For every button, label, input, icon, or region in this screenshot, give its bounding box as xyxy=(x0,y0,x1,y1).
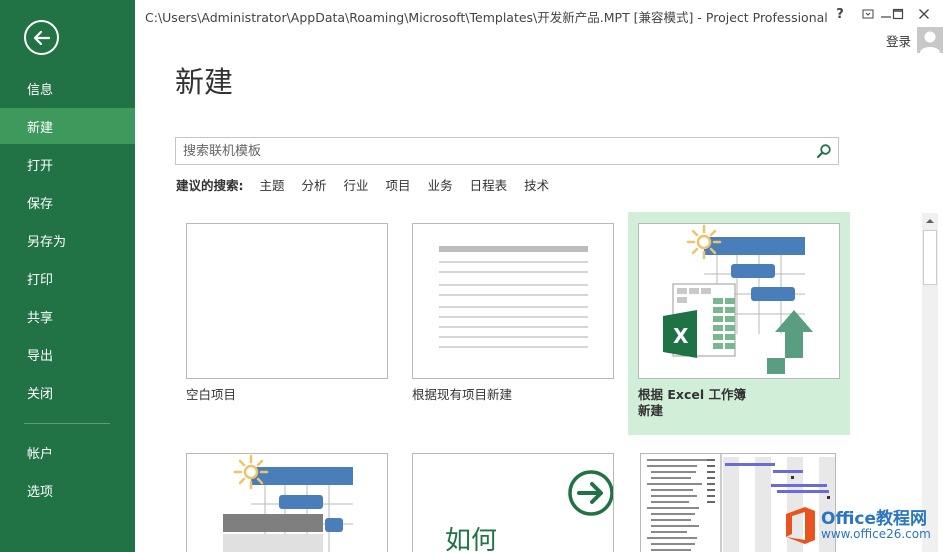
app-window: 信息 新建 打开 保存 另存为 打印 共享 导出 关闭 帐户 选项 C:\Use… xyxy=(0,0,943,552)
nav-info[interactable]: 信息 xyxy=(0,70,135,106)
nav-share[interactable]: 共享 xyxy=(0,298,135,334)
template-thumb-text: 如何 xyxy=(445,526,498,552)
scroll-up-icon xyxy=(926,219,934,223)
template-from-existing[interactable]: 根据现有项目新建 xyxy=(412,223,614,413)
template-thumbnail: X xyxy=(638,223,840,379)
user-icon xyxy=(920,31,940,53)
nav-divider xyxy=(24,423,110,424)
suggested-searches: 建议的搜索: 主题 分析 行业 项目 业务 日程表 技术 xyxy=(176,175,566,194)
scroll-thumb[interactable] xyxy=(923,230,937,285)
template-label: 根据 Excel 工作簿 新建 xyxy=(638,387,746,419)
search-button[interactable] xyxy=(810,138,838,164)
maximize-icon xyxy=(892,8,904,20)
nav-new[interactable]: 新建 xyxy=(0,108,135,144)
suggested-searches-label: 建议的搜索: xyxy=(176,178,244,193)
close-window-button[interactable] xyxy=(913,4,935,24)
suggestion-link[interactable]: 主题 xyxy=(260,175,285,194)
maximize-button[interactable] xyxy=(887,4,909,24)
avatar[interactable] xyxy=(917,27,943,53)
search-icon xyxy=(816,144,831,159)
template-blank-project[interactable]: 空白项目 xyxy=(186,223,388,413)
template-thumbnail xyxy=(412,223,614,379)
nav-save-as[interactable]: 另存为 xyxy=(0,222,135,258)
sign-in-link[interactable]: 登录 xyxy=(886,31,911,50)
svg-text:X: X xyxy=(673,324,689,348)
office-logo-icon xyxy=(786,507,815,544)
ribbon-display-icon xyxy=(862,9,874,19)
excel-import-illustration-icon: X xyxy=(663,224,813,374)
nav-account[interactable]: 帐户 xyxy=(0,434,135,470)
template-getting-started[interactable]: 如何 xyxy=(412,453,614,552)
nav-print[interactable]: 打印 xyxy=(0,260,135,296)
suggestion-link[interactable]: 日程表 xyxy=(470,175,508,194)
page-title: 新建 xyxy=(175,65,234,99)
suggestion-link[interactable]: 行业 xyxy=(344,175,369,194)
search-box xyxy=(175,137,839,165)
template-sharepoint[interactable] xyxy=(186,453,388,552)
backstage-sidebar: 信息 新建 打开 保存 另存为 打印 共享 导出 关闭 帐户 选项 xyxy=(0,0,135,552)
window-title: C:\Users\Administrator\AppData\Roaming\M… xyxy=(145,10,828,25)
template-label: 空白项目 xyxy=(186,387,237,402)
nav-close[interactable]: 关闭 xyxy=(0,374,135,410)
template-thumbnail: 如何 xyxy=(412,453,614,552)
nav-export[interactable]: 导出 xyxy=(0,336,135,372)
suggestion-link[interactable]: 项目 xyxy=(386,175,411,194)
template-label-line1: 根据 Excel 工作簿 xyxy=(638,387,746,402)
suggestion-link[interactable]: 技术 xyxy=(524,175,549,194)
template-thumbnail xyxy=(186,453,388,552)
close-icon xyxy=(919,9,929,19)
back-button[interactable] xyxy=(24,20,59,55)
template-thumbnail xyxy=(186,223,388,379)
back-arrow-icon xyxy=(33,30,50,45)
watermark-url: www.office26.com xyxy=(821,527,931,541)
template-label: 根据现有项目新建 xyxy=(412,387,513,402)
suggestion-link[interactable]: 分析 xyxy=(302,175,327,194)
nav-open[interactable]: 打开 xyxy=(0,146,135,182)
template-from-excel[interactable]: X 根据 Excel 工作簿 新建 xyxy=(628,212,850,435)
watermark-title: Office教程网 xyxy=(821,509,928,529)
search-input[interactable] xyxy=(176,138,810,164)
arrow-circle-icon xyxy=(568,470,613,516)
nav-options[interactable]: 选项 xyxy=(0,472,135,508)
watermark-logo: Office教程网 www.office26.com xyxy=(781,500,941,552)
gantt-illustration-icon xyxy=(223,454,353,552)
scroll-up-button[interactable] xyxy=(922,213,938,229)
help-button[interactable]: ? xyxy=(829,4,851,24)
suggestion-link[interactable]: 业务 xyxy=(428,175,453,194)
template-label-line2: 新建 xyxy=(638,403,664,418)
document-lines-icon xyxy=(439,246,588,348)
nav-save[interactable]: 保存 xyxy=(0,184,135,220)
